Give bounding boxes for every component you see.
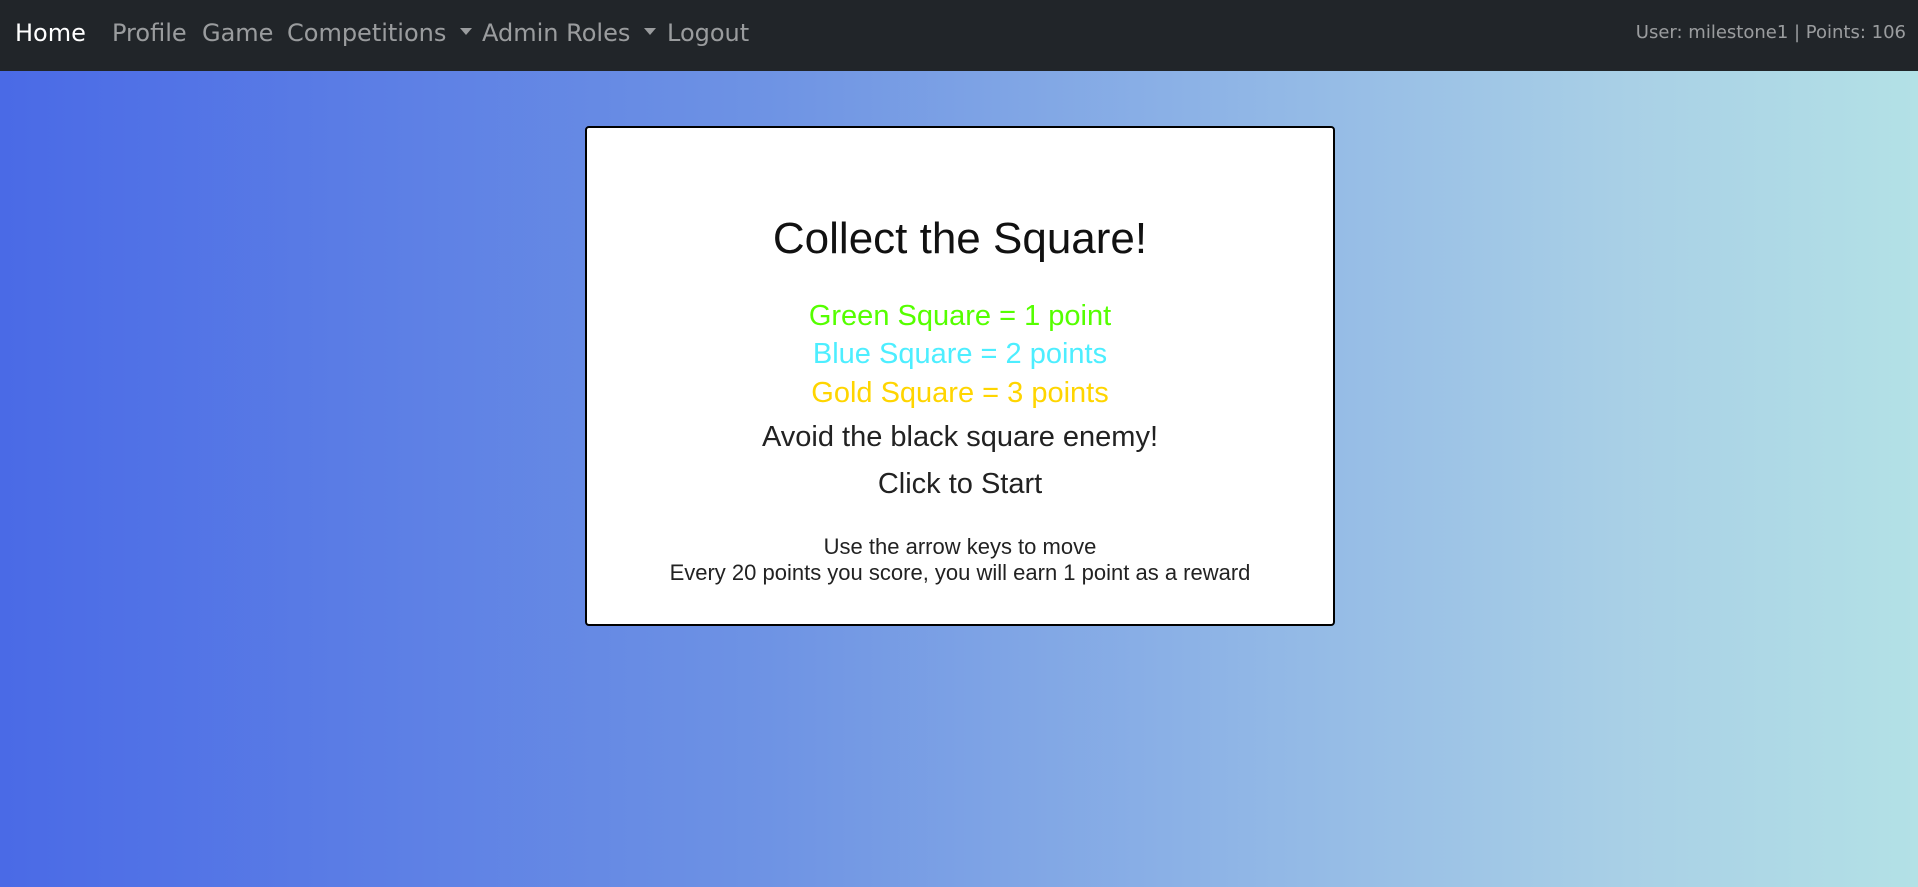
gold-square-rule: Gold Square = 3 points (811, 377, 1109, 409)
movement-help: Use the arrow keys to move (823, 534, 1097, 559)
start-prompt: Click to Start (877, 468, 1043, 500)
user-points-info: User: milestone1 | Points: 106 (1635, 22, 1906, 43)
enemy-warning: Avoid the black square enemy! (761, 421, 1159, 453)
game-canvas[interactable]: Collect the Square! Green Square = 1 poi… (585, 126, 1335, 626)
game-title: Collect the Square! (772, 214, 1148, 263)
green-square-rule: Green Square = 1 point (808, 300, 1112, 332)
nav-home-link[interactable]: Home (15, 0, 86, 71)
reward-help: Every 20 points you score, you will earn… (669, 560, 1251, 585)
chevron-down-icon (644, 27, 657, 35)
nav-logout-link[interactable]: Logout (667, 0, 749, 71)
nav-competitions-label: Competitions (287, 19, 447, 47)
nav-game-link[interactable]: Game (202, 0, 273, 71)
nav-competitions-dropdown[interactable]: Competitions (287, 0, 473, 71)
top-navbar: Home Profile Game Competitions Admin Rol… (0, 0, 1918, 71)
blue-square-rule: Blue Square = 2 points (812, 338, 1108, 370)
nav-admin-roles-dropdown[interactable]: Admin Roles (482, 0, 657, 71)
nav-profile-link[interactable]: Profile (112, 0, 187, 71)
nav-admin-roles-label: Admin Roles (482, 19, 631, 47)
chevron-down-icon (460, 27, 473, 35)
